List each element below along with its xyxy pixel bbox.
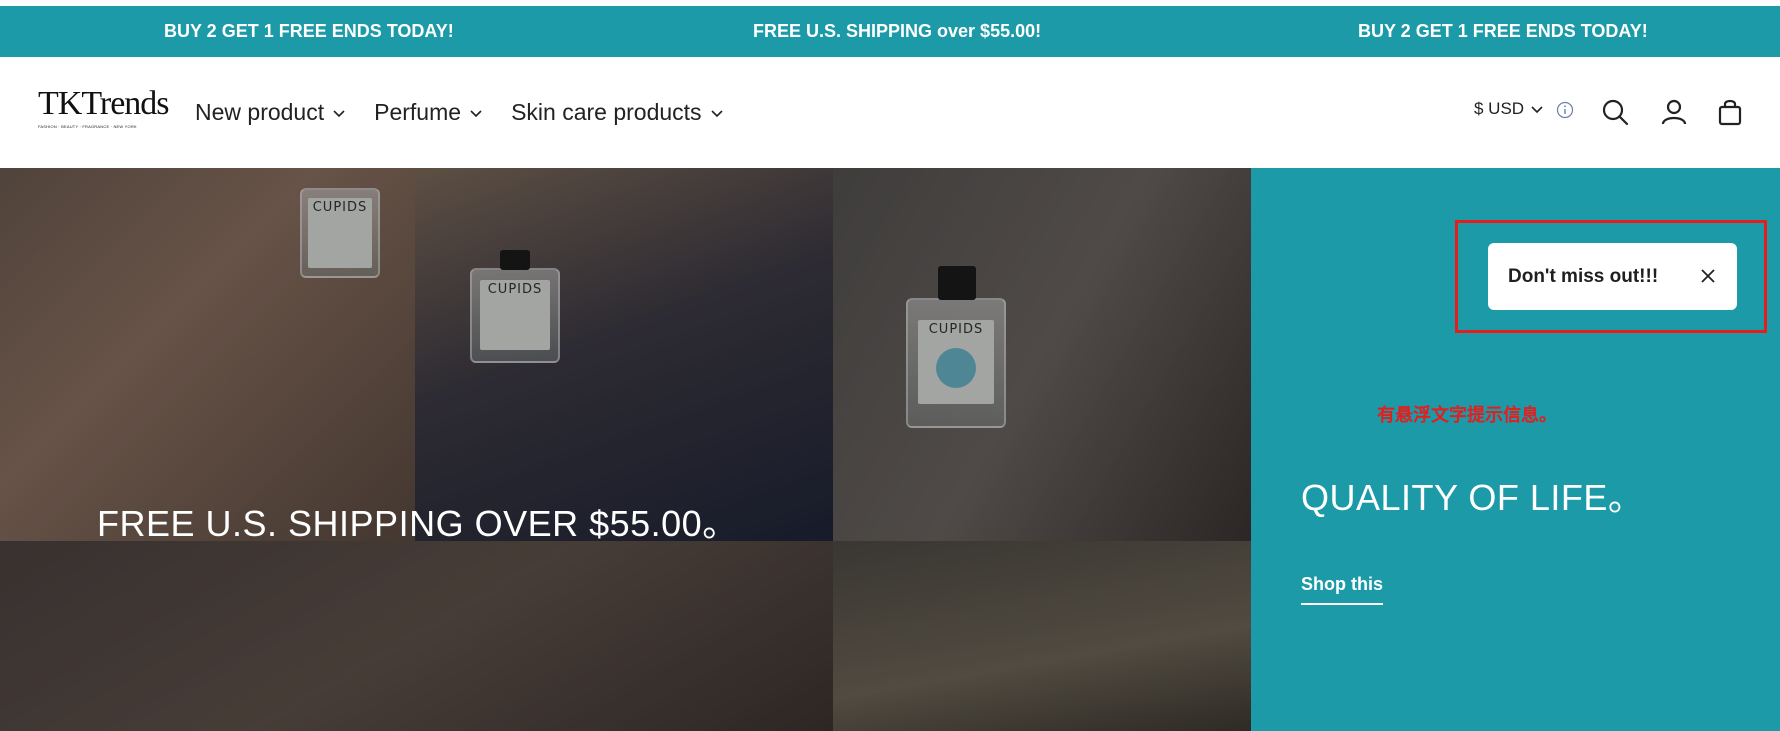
currency-selector[interactable]: $ USD [1474, 99, 1544, 119]
announcement-message: BUY 2 GET 1 FREE ENDS TODAY! [1358, 21, 1648, 41]
nav-item-new-product[interactable]: New product [195, 99, 346, 126]
account-icon[interactable] [1659, 97, 1689, 127]
site-header: TKTrends FASHION · BEAUTY · FRAGRANCE · … [0, 57, 1780, 168]
toast-message: Don't miss out!!! [1508, 265, 1659, 287]
shop-this-link[interactable]: Shop this [1301, 574, 1383, 605]
tooltip-toast: Don't miss out!!! [1488, 243, 1737, 310]
nav-item-skin-care[interactable]: Skin care products [511, 99, 723, 126]
header-utilities: $ USD [1240, 57, 1780, 168]
hero-photo: CUPIDS [833, 168, 1251, 541]
info-icon[interactable] [1556, 101, 1574, 119]
main-nav: New product Perfume Skin care products [195, 57, 724, 168]
hero-photo [833, 541, 1251, 731]
annotation-note: 有悬浮文字提示信息。 [1377, 405, 1557, 426]
chevron-down-icon [710, 109, 723, 117]
close-icon[interactable] [1699, 267, 1717, 285]
hero-photo [0, 541, 833, 731]
chevron-down-icon [1531, 106, 1543, 114]
site-logo[interactable]: TKTrends FASHION · BEAUTY · FRAGRANCE · … [38, 85, 170, 137]
nav-item-label: New product [195, 99, 325, 125]
promo-title: QUALITY OF LIFE。 [1301, 477, 1645, 518]
announcement-bar: BUY 2 GET 1 FREE ENDS TODAY! FREE U.S. S… [0, 6, 1780, 57]
nav-item-label: Perfume [374, 99, 462, 125]
currency-value: $ USD [1474, 99, 1525, 118]
logo-wordmark: TKTrends [38, 85, 170, 122]
hero-photo: CUPIDS [415, 168, 833, 541]
cart-icon[interactable] [1715, 97, 1745, 127]
hero-collage: CUPIDS CUPIDS CUPIDS FREE U.S. SHIPPING … [0, 168, 1251, 731]
logo-tagline: FASHION · BEAUTY · FRAGRANCE · NEW YORK [38, 124, 137, 129]
announcement-message: FREE U.S. SHIPPING over $55.00! [753, 21, 1042, 41]
chevron-down-icon [333, 109, 345, 117]
hero-photo: CUPIDS [0, 168, 415, 541]
hero-caption: FREE U.S. SHIPPING OVER $55.00。 [97, 503, 739, 544]
announcement-message: BUY 2 GET 1 FREE ENDS TODAY! [164, 21, 454, 41]
search-icon[interactable] [1600, 97, 1630, 127]
nav-item-perfume[interactable]: Perfume [374, 99, 483, 126]
chevron-down-icon [470, 109, 482, 117]
nav-item-label: Skin care products [511, 99, 702, 125]
